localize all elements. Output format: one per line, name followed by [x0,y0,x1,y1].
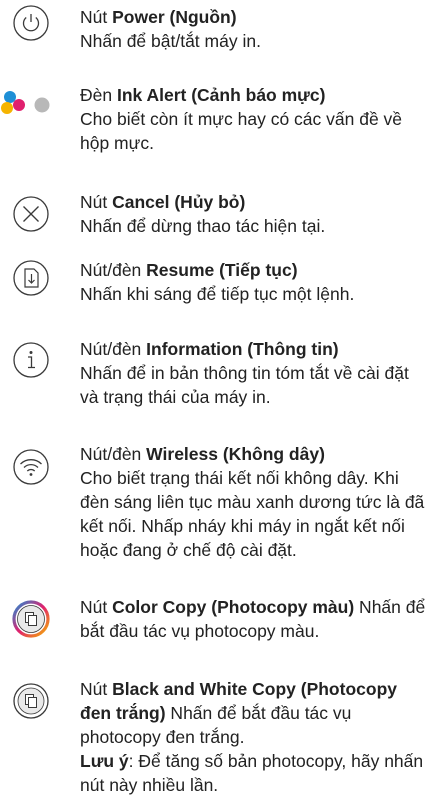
resume-icon [11,258,51,298]
item-desc: Cho biết còn ít mực hay có các vấn đề về… [80,109,403,153]
item-prefix: Nút [80,7,113,27]
item-name: Color Copy (Photocopy màu) [112,597,355,617]
item-prefix: Nút [80,192,113,212]
item-name: Power (Nguồn) [112,7,237,27]
cancel-icon [11,194,51,234]
item-prefix: Nút [80,679,113,699]
ink-alert-icon [0,89,72,119]
item-name: Resume (Tiếp tục) [146,260,298,280]
note: Lưu ý: Để tăng số bản photocopy, hãy nhấ… [80,749,428,797]
note-text: : Để tăng số bản photocopy, hãy nhấn nút… [80,751,424,795]
item-desc: Cho biết trạng thái kết nối không dây. K… [80,468,425,560]
color-copy-icon [11,599,51,639]
item-name: Information (Thông tin) [146,339,339,359]
item-name: Wireless (Không dây) [146,444,325,464]
wireless-icon [11,447,51,487]
item-desc: Nhấn để in bản thông tin tóm tắt về cài … [80,363,409,407]
item-prefix: Nút/đèn [80,339,147,359]
item-prefix: Nút/đèn [80,444,147,464]
item-desc: Nhấn để bật/tắt máy in. [80,31,261,51]
bw-copy-icon [11,681,51,721]
note-label: Lưu ý [80,751,129,771]
item-desc: Nhấn khi sáng để tiếp tục một lệnh. [80,284,355,304]
information-icon [11,340,51,380]
item-prefix: Đèn [80,85,117,105]
item-name: Ink Alert (Cảnh báo mực) [116,85,326,105]
item-desc: Nhấn để dừng thao tác hiện tại. [80,216,326,236]
power-icon [11,3,51,43]
item-prefix: Nút/đèn [80,260,147,280]
item-prefix: Nút [80,597,113,617]
item-name: Cancel (Hủy bỏ) [112,192,246,212]
